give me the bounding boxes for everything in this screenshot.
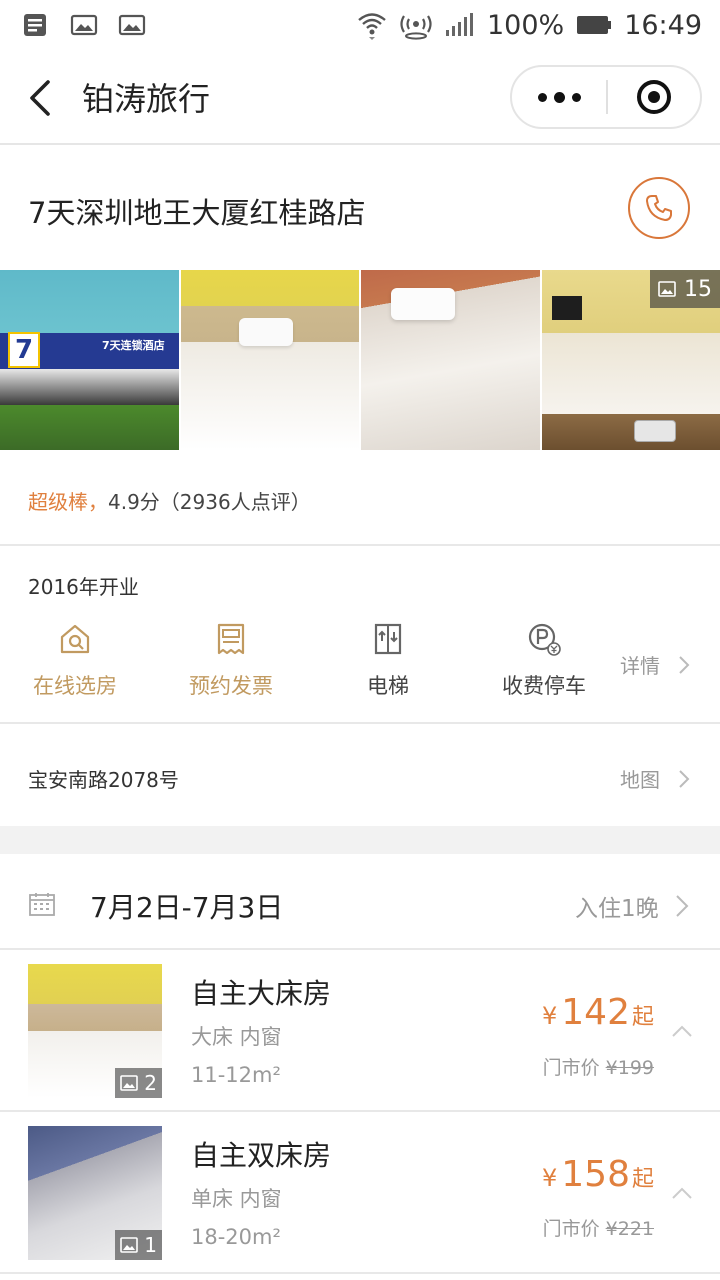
facility-elevator[interactable]: 电梯 (318, 622, 458, 700)
more-dot-icon (553, 91, 565, 103)
room-price: ¥ 142 起 (542, 992, 654, 1033)
divider (0, 544, 720, 546)
divider (0, 722, 720, 724)
page-title: 铂涛旅行 (82, 80, 211, 118)
image-icon (120, 1237, 139, 1253)
facility-invoice[interactable]: 预约发票 (161, 622, 301, 700)
facility-label: 收费停车 (502, 674, 586, 698)
facility-label: 电梯 (367, 674, 409, 698)
elevator-icon (374, 623, 402, 655)
map-link[interactable]: 地图 (620, 764, 690, 793)
room-bed-type: 大床 内窗 (191, 1025, 282, 1049)
room-name: 自主大床房 (191, 977, 332, 1010)
details-label: 详情 (620, 654, 660, 678)
hotel-address: 宝安南路2078号 (28, 768, 179, 792)
section-gap (0, 826, 720, 854)
signal-icon (445, 13, 473, 36)
facility-label: 在线选房 (33, 674, 117, 698)
room-photo-count: 2 (144, 1071, 157, 1095)
target-icon (637, 80, 671, 114)
price-value: 158 (561, 1154, 630, 1195)
room-original-price: 门市价 ¥199 (543, 1053, 654, 1080)
photo-count: 15 (684, 276, 712, 302)
chevron-up-icon[interactable] (670, 1185, 694, 1201)
rating-score: 4.9分（2936人点评） (108, 490, 311, 514)
room-bed-type: 单床 内窗 (191, 1187, 282, 1211)
map-label: 地图 (620, 768, 660, 792)
facility-paid-parking[interactable]: 收费停车 (474, 622, 614, 700)
status-system: 100% 16:49 (357, 10, 702, 41)
room-photo-count-badge: 2 (115, 1068, 162, 1098)
photo-count-badge: 15 (650, 270, 720, 308)
orig-price: ¥199 (605, 1057, 654, 1079)
status-bar: 100% 16:49 (0, 0, 720, 50)
back-arrow-icon[interactable] (24, 78, 60, 118)
chevron-right-icon (679, 655, 690, 674)
clock: 16:49 (624, 9, 702, 41)
status-notifications (22, 13, 146, 37)
hotel-name: 7天深圳地王大厦红桂路店 (28, 196, 366, 230)
room-photo-count: 1 (144, 1233, 157, 1257)
chevron-right-icon (679, 769, 690, 788)
more-dot-icon (537, 92, 547, 102)
facility-label: 预约发票 (189, 674, 273, 698)
room-thumbnail[interactable]: 2 (28, 964, 162, 1098)
notification-list-icon (24, 14, 46, 36)
rating[interactable]: 超级棒，4.9分（2936人点评） (28, 486, 311, 515)
wifi-icon (358, 13, 386, 40)
image-notification-icon-2 (118, 14, 146, 36)
stay-nights: 入住1晚 (575, 889, 689, 923)
price-currency: ¥ (541, 1002, 558, 1030)
nights-label: 入住1晚 (575, 896, 659, 922)
room-original-price: 门市价 ¥221 (543, 1214, 654, 1241)
hotel-photo-exterior[interactable]: 7 7天连锁酒店 (0, 270, 179, 450)
parking-icon (528, 623, 561, 656)
more-button[interactable] (512, 67, 606, 127)
price-suffix: 起 (631, 1005, 654, 1030)
room-name: 自主双床房 (191, 1139, 332, 1172)
orig-label: 门市价 (542, 1057, 600, 1079)
invoice-icon (217, 623, 245, 655)
image-notification-icon (70, 14, 98, 36)
image-icon (658, 281, 676, 297)
more-dot-icon (571, 92, 581, 102)
opened-year: 2016年开业 (28, 575, 139, 599)
facility-details-link[interactable]: 详情 (620, 650, 690, 679)
hotspot-icon (400, 15, 432, 40)
battery-percent: 100% (486, 9, 565, 41)
rating-label: 超级棒， (28, 490, 108, 514)
room-size: 11-12m² (191, 1063, 281, 1087)
hotel-photo-room-2[interactable] (361, 270, 540, 450)
price-value: 142 (561, 992, 630, 1033)
hotel-logo: 7 (8, 332, 40, 368)
divider (0, 1272, 720, 1274)
house-search-icon (60, 624, 90, 654)
facility-online-room-select[interactable]: 在线选房 (5, 622, 145, 700)
hotel-photo-strip: 7 7天连锁酒店 15 (0, 270, 720, 450)
mini-program-capsule (510, 65, 702, 129)
battery-icon (577, 16, 612, 34)
call-button[interactable] (628, 177, 690, 239)
close-mini-program-button[interactable] (608, 67, 700, 127)
room-size: 18-20m² (191, 1225, 281, 1249)
calendar-icon (29, 893, 55, 916)
image-icon (120, 1075, 139, 1091)
price-suffix: 起 (631, 1167, 654, 1192)
chevron-up-icon[interactable] (670, 1023, 694, 1039)
orig-price: ¥221 (605, 1218, 654, 1240)
room-photo-count-badge: 1 (115, 1230, 162, 1260)
phone-icon (646, 195, 672, 221)
room-thumbnail[interactable]: 1 (28, 1126, 162, 1260)
room-price: ¥ 158 起 (542, 1154, 654, 1195)
price-currency: ¥ (541, 1164, 558, 1192)
hotel-photo-room-1[interactable] (180, 270, 359, 450)
orig-label: 门市价 (542, 1218, 600, 1240)
hotel-sign-text: 7天连锁酒店 (102, 339, 165, 352)
chevron-right-icon (675, 895, 689, 917)
hotel-photo-room-3[interactable]: 15 (541, 270, 720, 450)
nav-bar: 铂涛旅行 (0, 50, 720, 145)
stay-dates: 7月2日-7月3日 (90, 891, 284, 924)
